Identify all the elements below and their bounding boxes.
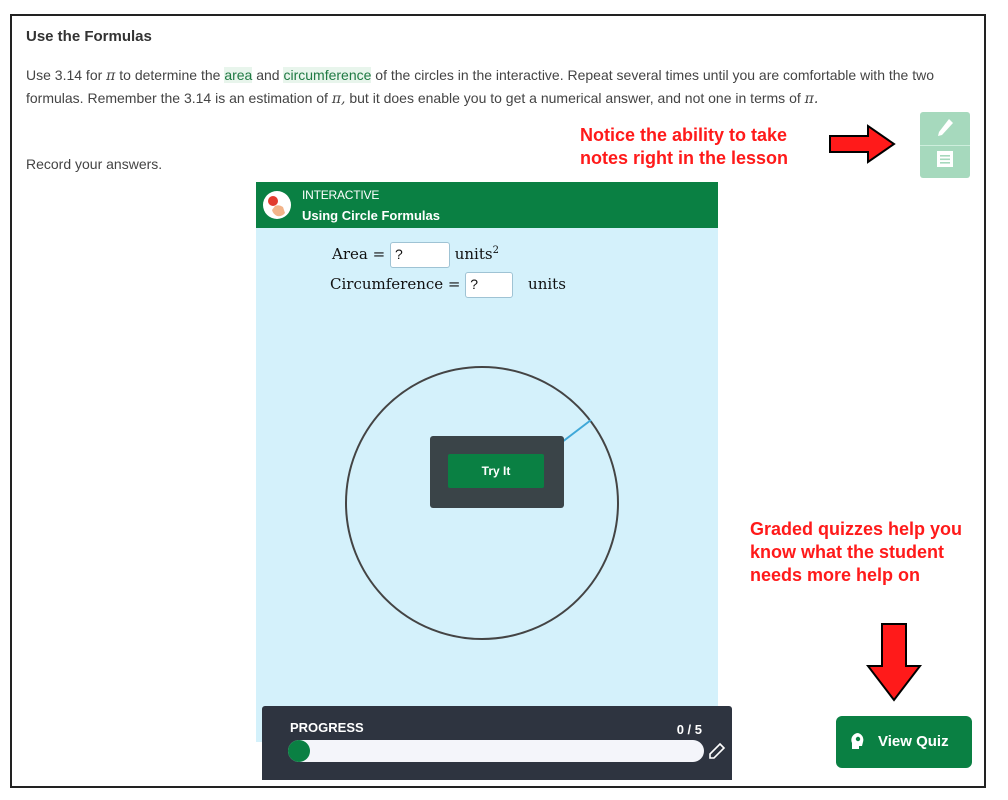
area-label: Area = — [332, 245, 386, 263]
arrow-down-icon — [866, 623, 922, 702]
progress-count: 0 / 5 — [676, 722, 702, 737]
note-icon[interactable] — [934, 148, 956, 170]
view-quiz-button[interactable]: View Quiz — [836, 716, 972, 768]
section-title: Use the Formulas — [26, 28, 152, 45]
pencil-icon[interactable] — [932, 116, 958, 142]
area-exponent: 2 — [492, 245, 499, 256]
interactive-kicker: INTERACTIVE — [302, 188, 380, 202]
arrow-right-icon — [829, 124, 896, 164]
area-unit: units — [454, 245, 493, 263]
circumference-input[interactable]: ? — [465, 272, 514, 298]
progress-label: PROGRESS — [290, 720, 364, 735]
text-segment: Use 3.14 for — [26, 67, 107, 83]
annotation-quiz: Graded quizzes help you know what the st… — [750, 519, 963, 585]
pi-symbol: π. — [804, 91, 819, 107]
glossary-link-circumference[interactable]: circumference — [283, 67, 372, 83]
text-segment: and — [252, 67, 284, 83]
area-input[interactable]: ? — [389, 242, 450, 268]
interactive-title: Using Circle Formulas — [302, 208, 440, 223]
annotation-notes: Notice the ability to take notes right i… — [580, 125, 789, 168]
circumference-label: Circumference = — [330, 275, 461, 293]
record-answers-text: Record your answers. — [26, 156, 163, 172]
text-segment: but it does enable you to get a numerica… — [345, 90, 805, 106]
note-toolbar — [920, 112, 970, 178]
progress-track — [288, 740, 704, 762]
progress-fill — [288, 740, 310, 762]
interactive-header: INTERACTIVE Using Circle Formulas — [256, 182, 718, 228]
text-segment: to determine the — [115, 67, 225, 83]
try-it-overlay: Try It — [430, 436, 564, 508]
try-it-button[interactable]: Try It — [448, 454, 544, 488]
toolbar-divider — [920, 145, 970, 146]
circumference-unit: units — [528, 275, 566, 293]
pi-symbol: π — [106, 68, 116, 84]
circumference-formula: Circumference = ? units — [330, 272, 566, 298]
lesson-instructions: Use 3.14 for π to determine the area and… — [26, 64, 956, 110]
progress-bar-panel: PROGRESS 0 / 5 — [262, 706, 732, 780]
interactive-panel: INTERACTIVE Using Circle Formulas Area =… — [256, 182, 718, 742]
view-quiz-label: View Quiz — [878, 733, 949, 750]
edit-pencil-icon[interactable] — [708, 742, 726, 760]
interactive-hand-icon — [263, 191, 291, 219]
head-icon — [851, 733, 864, 749]
pi-symbol: π, — [331, 91, 346, 107]
area-formula: Area = ? units2 — [332, 242, 499, 268]
glossary-link-area[interactable]: area — [224, 67, 253, 83]
